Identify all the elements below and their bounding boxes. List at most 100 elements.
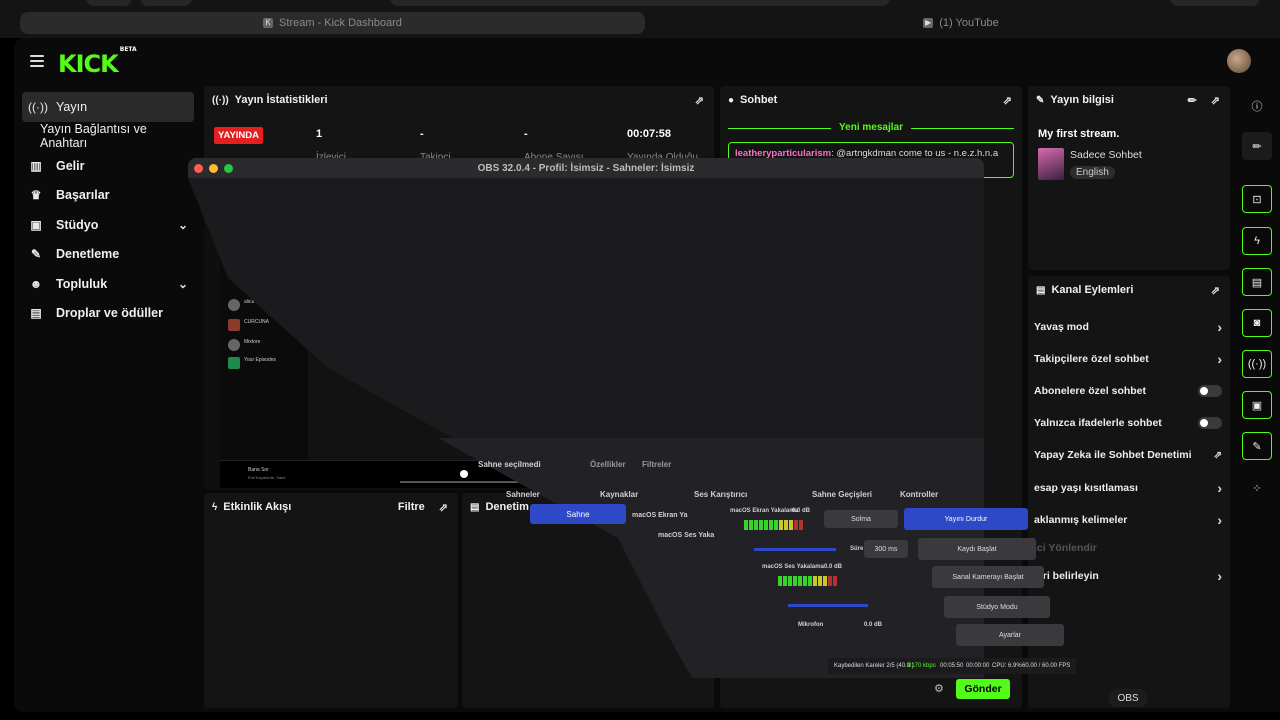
window-controls [194, 164, 233, 173]
action-subscribers-only[interactable]: Abonelere özel sohbet [1034, 381, 1222, 401]
action-emotes-only[interactable]: Yalnızca ifadelerle sohbet [1034, 413, 1222, 433]
popout-icon[interactable]: ⇗ [1211, 284, 1220, 297]
channel-icon: ▤ [1036, 284, 1046, 296]
document-icon[interactable]: ▤ [1242, 268, 1272, 296]
action-banned-words[interactable]: aklanmış kelimeler › [1034, 510, 1222, 530]
chevron-right-icon: › [1217, 480, 1222, 496]
edit-icon[interactable]: ✏ [1242, 132, 1272, 160]
obs-dock-transitions: Sahne Geçişleri [812, 490, 873, 499]
action-ai-moderation[interactable]: Yapay Zeka ile Sohbet Denetimi ⇗ [1034, 445, 1222, 465]
chevron-right-icon: › [1217, 319, 1222, 335]
panel-header: ((·)) Yayın İstatistikleri ⇗ [212, 94, 704, 107]
gear-icon[interactable]: ⚙ [934, 682, 944, 695]
language-badge: English [1070, 166, 1115, 179]
obs-taskbar-chip[interactable]: OBS [1108, 689, 1148, 707]
wrench-icon[interactable]: ✎ [1242, 432, 1272, 460]
minimize-icon[interactable] [209, 164, 218, 173]
obs-volume-slider[interactable] [754, 548, 836, 551]
avatar[interactable] [1227, 49, 1251, 73]
action-followers-only[interactable]: Takipçilere özel sohbet › [1034, 349, 1222, 369]
obs-dock-sources: Kaynaklar [600, 490, 639, 499]
obs-virtual-camera-button[interactable]: Sanal Kamerayı Başlat [932, 566, 1044, 588]
edit-icon[interactable]: ✏ [1188, 94, 1197, 107]
sidebar-item-basarilar[interactable]: ♛ Başarılar [22, 181, 194, 211]
wrench-icon: ✎ [1036, 94, 1045, 106]
obs-mixer-channel-name: Mikrofon [798, 622, 824, 628]
broadcast-icon[interactable]: ((·)) [1242, 350, 1272, 378]
chat-icon[interactable]: ◙ [1242, 309, 1272, 337]
sidebar-item-topluluk[interactable]: ☻ Topluluk ⌄ [22, 269, 194, 299]
broadcast-icon: ((·)) [212, 94, 229, 106]
obs-transition-select[interactable]: Solma [824, 510, 898, 528]
sidebar-item-yayin[interactable]: ((·)) Yayın [22, 92, 194, 122]
obs-status-bar: Kaybedilen Kareler 2/5 (40.0 ) 8170 kbps… [828, 658, 1076, 674]
community-icon: ☻ [29, 276, 43, 291]
info-icon[interactable]: ⓘ [1242, 92, 1272, 120]
obs-duration-label: Süre [850, 546, 864, 552]
chevron-right-icon: › [1217, 351, 1222, 367]
external-link-icon: ⇗ [1213, 449, 1222, 461]
obs-scene-item[interactable]: Sahne [530, 504, 626, 524]
browser-control[interactable] [1170, 0, 1260, 6]
popout-icon[interactable]: ⇗ [1211, 94, 1220, 107]
address-bar[interactable] [390, 0, 890, 6]
menu-icon[interactable] [30, 55, 44, 67]
chevron-down-icon: ⌄ [177, 276, 188, 291]
chevron-down-icon: ⌄ [177, 217, 188, 232]
obs-mixer-channel-db: 0.0 dB [864, 622, 883, 628]
toggle-switch[interactable] [1198, 417, 1222, 429]
browser-control[interactable] [140, 0, 192, 6]
obs-studio-mode-button[interactable]: Stüdyo Modu [944, 596, 1050, 618]
category-name: Sadece Sohbet [1070, 149, 1142, 161]
popout-icon[interactable]: ⇗ [1003, 94, 1012, 107]
obs-volume-slider[interactable] [788, 604, 868, 607]
category-thumbnail [1038, 148, 1064, 180]
channel-icon[interactable]: ▣ [1242, 391, 1272, 419]
action-slow-mode[interactable]: Yavaş mod › [1034, 317, 1222, 337]
obs-settings-button[interactable]: Ayarlar [956, 624, 1064, 646]
chevron-right-icon: › [1217, 568, 1222, 584]
maximize-icon[interactable] [224, 164, 233, 173]
capture-icon[interactable]: ⊡ [1242, 185, 1272, 213]
apps-icon[interactable]: ⁘ [1242, 474, 1272, 502]
sidebar-item-droplar[interactable]: ▤ Droplar ve ödüller [22, 299, 194, 329]
action-account-age[interactable]: esap yaşı kısıtlaması › [1034, 478, 1222, 498]
sidebar-item-stream-key[interactable]: Yayın Bağlantısı ve Anahtarı [22, 122, 194, 152]
obs-dock-mixer: Ses Karıştırıcı [694, 490, 748, 499]
obs-titlebar: OBS 32.0.4 - Profil: İsimsiz - Sahneler:… [188, 158, 984, 178]
stream-stats-panel: ((·)) Yayın İstatistikleri ⇗ YAYINDA 1 -… [204, 86, 714, 166]
sidebar: ((·)) Yayın Yayın Bağlantısı ve Anahtarı… [22, 92, 194, 328]
obs-mixer-channel-name: macOS Ses Yakalama [762, 564, 824, 570]
stream-info-panel: ✎ Yayın bilgisi ✏ ⇗ My first stream. Sad… [1028, 86, 1230, 270]
kick-logo[interactable]: KICKBETA [58, 46, 137, 78]
sidebar-item-gelir[interactable]: ▥ Gelir [22, 151, 194, 181]
gift-icon: ▤ [30, 306, 42, 321]
stream-title: My first stream. [1038, 128, 1120, 140]
browser-control[interactable] [86, 0, 132, 6]
obs-scene-filter-label: Sahne seçilmedi [478, 460, 541, 469]
sidebar-item-studyo[interactable]: ▣ Stüdyo ⌄ [22, 210, 194, 240]
chart-icon: ▥ [30, 158, 42, 173]
obs-source-item[interactable]: macOS Ekran Ya [632, 512, 688, 519]
send-button[interactable]: Gönder [956, 679, 1010, 699]
obs-source-item[interactable]: macOS Ses Yaka [658, 532, 714, 539]
obs-start-recording-button[interactable]: Kaydı Başlat [918, 538, 1036, 560]
obs-duration-field[interactable]: 300 ms [864, 540, 908, 558]
tab-kick-dashboard[interactable]: K Stream - Kick Dashboard [20, 12, 645, 34]
chat-icon: ● [728, 94, 735, 106]
sidebar-item-denetleme[interactable]: ✎ Denetleme [22, 240, 194, 270]
obs-stop-stream-button[interactable]: Yayını Durdur [904, 508, 1028, 530]
toggle-switch[interactable] [1198, 385, 1222, 397]
tab-youtube[interactable]: ▶ (1) YouTube [650, 12, 1272, 34]
obs-properties-button[interactable]: Özellikler [590, 460, 626, 469]
uptime-value: 00:07:58 [627, 128, 672, 140]
popout-icon[interactable]: ⇗ [695, 94, 704, 107]
close-icon[interactable] [194, 164, 203, 173]
followers-value: - [420, 128, 424, 140]
obs-window-body [188, 178, 984, 678]
action-set-roles[interactable]: leri belirleyin › [1034, 566, 1222, 586]
obs-dock-controls: Kontroller [900, 490, 939, 499]
obs-filters-button[interactable]: Filtreler [642, 460, 671, 469]
lightning-icon[interactable]: ϟ [1242, 227, 1272, 255]
action-redirect: ici Yönlendir [1034, 542, 1097, 554]
